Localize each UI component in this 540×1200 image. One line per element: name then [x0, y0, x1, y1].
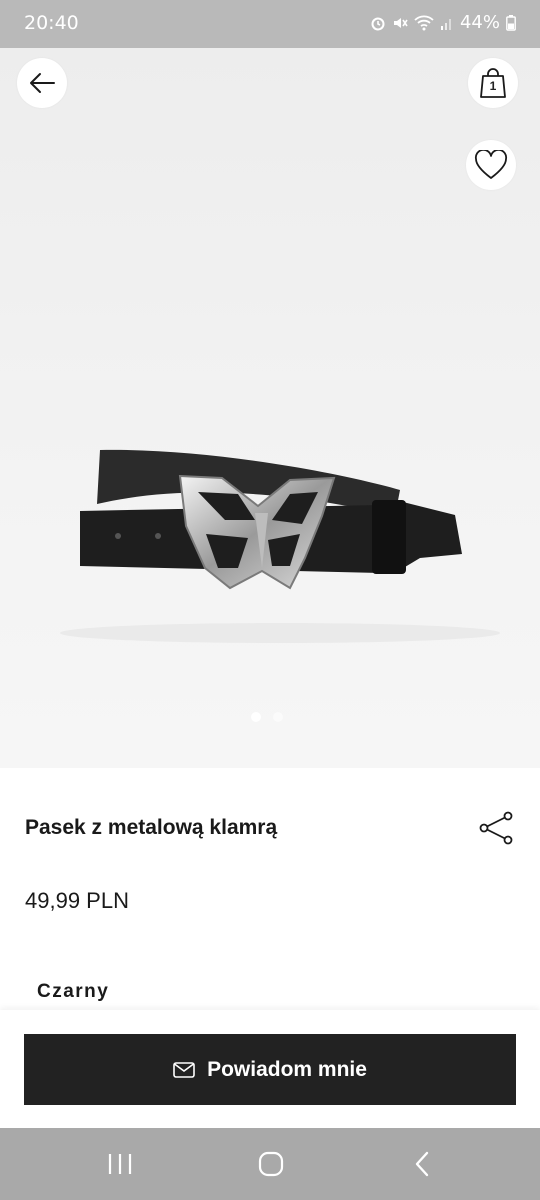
favorite-button[interactable] — [466, 140, 516, 190]
back-button[interactable] — [17, 58, 67, 108]
home-icon — [258, 1151, 284, 1177]
status-time: 20:40 — [24, 12, 79, 34]
status-icons: 44% — [370, 12, 516, 33]
bag-count-badge: 1 — [489, 79, 497, 93]
battery-icon — [506, 14, 516, 31]
recent-apps-button[interactable] — [100, 1148, 140, 1180]
arrow-left-icon — [30, 73, 55, 93]
home-button[interactable] — [251, 1148, 291, 1180]
system-back-button[interactable] — [402, 1148, 442, 1180]
share-button[interactable] — [476, 808, 516, 848]
alarm-icon — [371, 17, 385, 30]
shopping-bag-button[interactable]: 1 — [468, 58, 518, 108]
heart-icon — [474, 150, 508, 179]
recent-apps-icon — [108, 1154, 132, 1174]
wifi-icon — [414, 15, 434, 30]
notify-me-button[interactable]: Powiadom mnie — [24, 1034, 516, 1105]
mute-icon — [393, 17, 408, 28]
mail-icon — [173, 1061, 195, 1078]
gallery-pagination — [251, 712, 283, 722]
product-title: Pasek z metalową klamrą — [25, 816, 278, 839]
bottom-action-area: Powiadom mnie — [0, 1010, 540, 1128]
product-gallery[interactable]: 1 — [0, 48, 540, 768]
signal-icon — [440, 18, 451, 30]
system-nav-bar — [0, 1128, 540, 1200]
notify-me-label: Powiadom mnie — [207, 1057, 367, 1081]
pagination-dot-active[interactable] — [251, 712, 261, 722]
share-icon — [479, 811, 513, 845]
battery-percent: 44% — [459, 12, 500, 33]
pagination-dot[interactable] — [273, 712, 283, 722]
chevron-left-icon — [415, 1151, 429, 1177]
product-image — [60, 449, 500, 643]
status-bar: 20:40 44% — [0, 0, 540, 48]
product-price: 49,99 PLN — [25, 888, 129, 913]
selected-color[interactable]: Czarny — [37, 981, 109, 1003]
